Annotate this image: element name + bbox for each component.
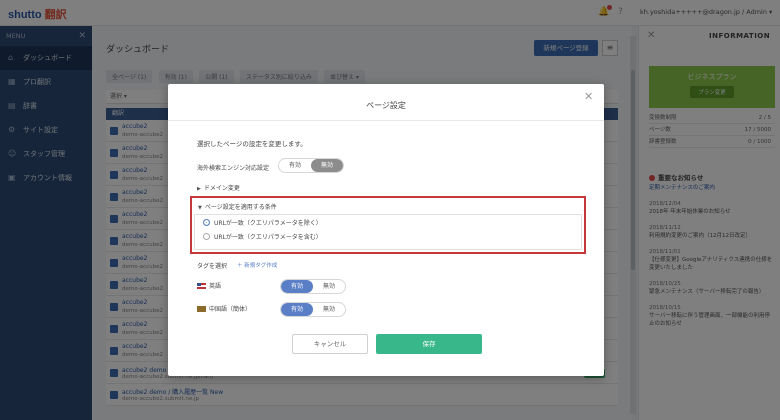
modal-divider (168, 120, 604, 121)
seo-toggle: 有効 無効 (278, 158, 344, 173)
condition-option-exclude-query[interactable]: URLが一致（クエリパラメータを除く） (203, 218, 322, 230)
english-toggle-off[interactable]: 無効 (313, 280, 345, 293)
english-toggle: 有効 無効 (280, 279, 346, 294)
english-toggle-on[interactable]: 有効 (281, 280, 313, 293)
domain-change-toggle[interactable]: ▶ ドメイン変更 (197, 183, 240, 192)
chinese-toggle-on[interactable]: 有効 (281, 303, 313, 316)
seo-setting-label: 海外検索エンジン対応設定 (197, 165, 270, 172)
language-name: 英語 (209, 283, 222, 290)
caret-right-icon: ▶ (197, 186, 201, 192)
chinese-toggle: 有効 無効 (280, 302, 346, 317)
new-tag-link[interactable]: ＋ 新規タグ作成 (237, 261, 277, 269)
modal-intro-text: 選択したページの設定を変更します。 (197, 140, 307, 148)
seo-toggle-off[interactable]: 無効 (311, 159, 343, 172)
caret-down-icon: ▼ (198, 205, 202, 211)
tag-select-label: タグを選択 (197, 263, 228, 270)
condition-title: ページ設定を適用する条件 (204, 204, 277, 211)
condition-section-toggle[interactable]: ▼ ページ設定を適用する条件 (198, 202, 277, 211)
language-name: 中国語（簡体） (209, 306, 252, 313)
language-row-chinese: 中国語（簡体） (197, 302, 251, 317)
condition-options: URLが一致（クエリパラメータを除く） URLが一致（クエリパラメータを含む） (194, 214, 582, 250)
radio-label: URLが一致（クエリパラメータを含む） (214, 234, 322, 241)
save-button[interactable]: 保存 (376, 334, 482, 354)
language-row-english: 英語 (197, 279, 221, 294)
radio-label: URLが一致（クエリパラメータを除く） (214, 220, 322, 227)
condition-section-highlight: ▼ ページ設定を適用する条件 URLが一致（クエリパラメータを除く） URLが一致… (190, 196, 586, 254)
page-settings-modal: ✕ ページ設定 選択したページの設定を変更します。 海外検索エンジン対応設定 有… (168, 84, 604, 376)
cn-flag-icon (197, 306, 206, 312)
chinese-toggle-off[interactable]: 無効 (313, 303, 345, 316)
domain-change-label: ドメイン変更 (203, 185, 240, 192)
radio-unselected[interactable] (203, 233, 210, 240)
seo-toggle-on[interactable]: 有効 (279, 159, 311, 172)
modal-title: ページ設定 (366, 101, 406, 110)
radio-selected[interactable] (203, 219, 210, 226)
cancel-button[interactable]: キャンセル (292, 334, 368, 354)
condition-option-include-query[interactable]: URLが一致（クエリパラメータを含む） (203, 232, 322, 244)
us-flag-icon (197, 283, 206, 289)
